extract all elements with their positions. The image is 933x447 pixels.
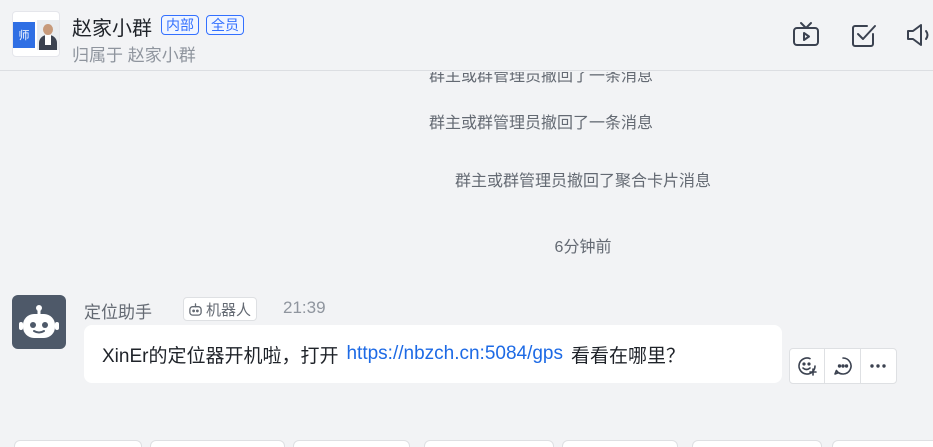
message-text-before: XinEr的定位器开机啦，打开 <box>102 345 339 367</box>
quick-action-chip[interactable] <box>562 440 678 447</box>
speaker-icon[interactable] <box>903 20 933 50</box>
time-divider: 6分钟前 <box>554 239 612 256</box>
sender-name[interactable]: 定位助手 <box>84 298 152 323</box>
bot-badge: 机器人 <box>183 297 258 321</box>
partial-system-message-wrap: 群主或群管理员撤回了一条消息 <box>0 72 933 88</box>
message-text-after: 看看在哪里？ <box>571 345 686 367</box>
group-avatar[interactable]: 师 <box>12 11 60 57</box>
belongs-to-label: 归属于 赵家小群 <box>72 46 196 65</box>
system-message-recall: 群主或群管理员撤回了一条消息 <box>428 115 653 132</box>
message-bubble[interactable]: XinEr的定位器开机啦，打开 https://nbzch.cn:5084/gp… <box>84 325 782 383</box>
quick-action-chip[interactable] <box>692 440 822 447</box>
more-icon[interactable] <box>861 349 896 383</box>
reply-icon[interactable] <box>825 349 861 383</box>
internal-tag: 内部 <box>161 15 199 35</box>
bot-avatar[interactable] <box>12 295 66 349</box>
quick-action-chip[interactable] <box>424 440 554 447</box>
tv-icon[interactable] <box>791 20 821 50</box>
quick-action-chip[interactable] <box>832 440 933 447</box>
chat-title[interactable]: 赵家小群 <box>72 12 152 41</box>
robot-icon <box>19 305 59 338</box>
quick-action-chip[interactable] <box>14 440 142 447</box>
system-message-partial: 群主或群管理员撤回了一条消息 <box>428 72 653 85</box>
task-check-icon[interactable] <box>849 20 879 50</box>
quick-action-chip[interactable] <box>150 440 285 447</box>
system-message-recall-card: 群主或群管理员撤回了聚合卡片消息 <box>454 173 711 190</box>
message-time: 21:39 <box>283 298 326 317</box>
emoji-reaction-icon[interactable] <box>790 349 826 383</box>
all-members-tag: 全员 <box>206 15 244 35</box>
message-actions <box>789 348 897 384</box>
avatar-photo <box>37 20 59 50</box>
quick-action-chip[interactable] <box>293 440 410 447</box>
chat-header: 师 赵家小群 内部 全员 归属于 赵家小群 <box>0 0 933 71</box>
avatar-tile: 师 <box>13 22 35 48</box>
robot-small-icon <box>189 302 202 316</box>
bot-badge-label: 机器人 <box>206 301 252 319</box>
message-link[interactable]: https://nbzch.cn:5084/gps <box>346 343 563 365</box>
